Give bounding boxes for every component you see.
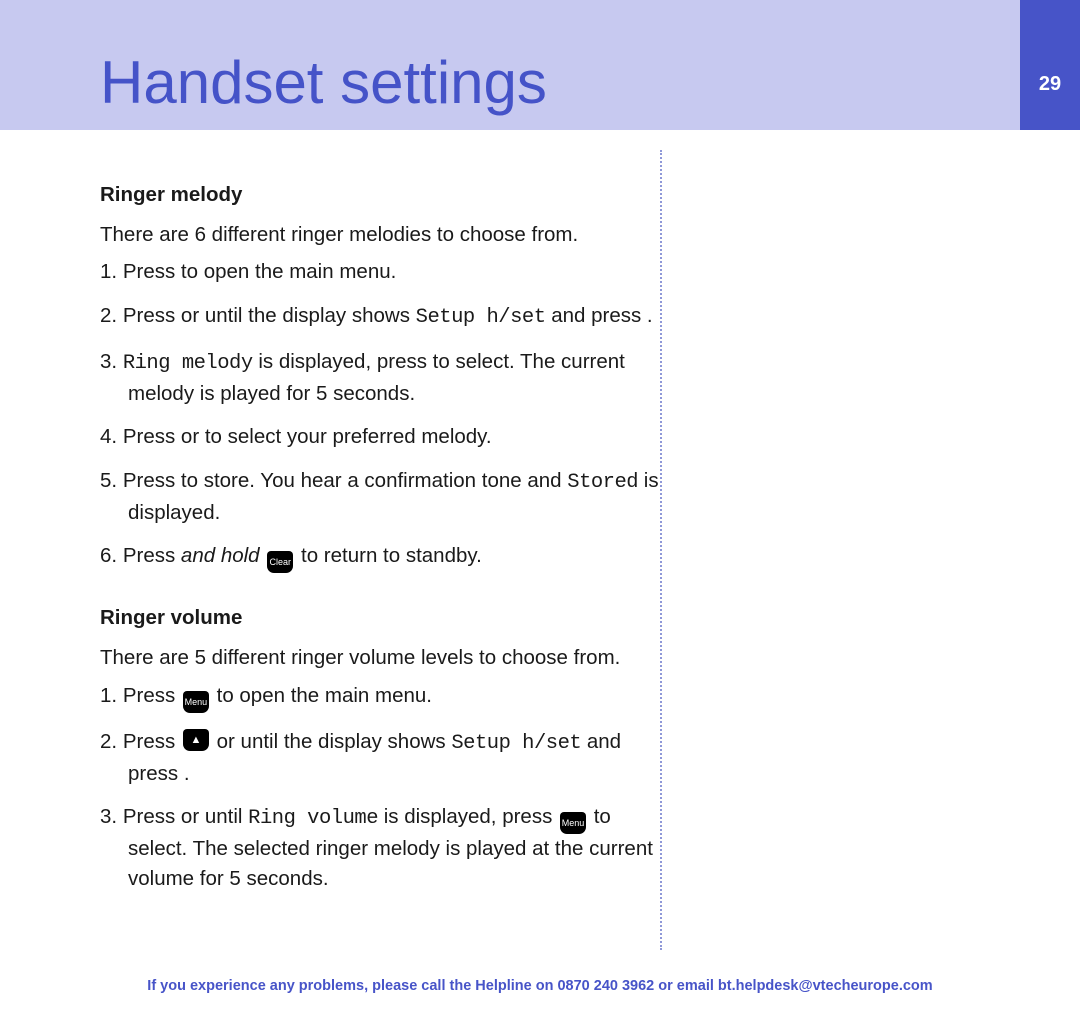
main-content: Ringer melody There are 6 different ring… (100, 150, 660, 908)
emphasis-text: and hold (181, 544, 260, 567)
ringer-volume-intro: There are 5 different ringer volume leve… (100, 643, 660, 673)
ringer-melody-intro: There are 6 different ringer melodies to… (100, 220, 660, 250)
page-number-band: 29 (1020, 0, 1080, 130)
lcd-text: Setup h/set (416, 306, 546, 329)
ringer-melody-steps: Press to open the main menu. Press or un… (100, 257, 660, 573)
list-item: Press or until the display shows Setup h… (100, 727, 660, 788)
page-number: 29 (1039, 73, 1061, 96)
lcd-text: Ring volume (248, 807, 378, 830)
lcd-text: Stored (567, 471, 638, 494)
menu-key-icon: Menu (183, 691, 209, 713)
lcd-text: Setup h/set (451, 732, 581, 755)
ringer-melody-heading: Ringer melody (100, 180, 660, 210)
column-separator (660, 150, 662, 950)
ringer-volume-heading: Ringer volume (100, 603, 660, 633)
list-item: Press or until the display shows Setup h… (100, 301, 660, 333)
list-item: Press or until Ring volume is displayed,… (100, 802, 660, 893)
page-title: Handset settings (100, 48, 547, 117)
list-item: Press and hold Clear to return to standb… (100, 541, 660, 573)
list-item: Press to open the main menu. (100, 257, 660, 287)
lcd-text: Ring melody (123, 352, 253, 375)
ringer-volume-steps: Press Menu to open the main menu. Press … (100, 681, 660, 894)
list-item: Press or to select your preferred melody… (100, 422, 660, 452)
header-bar: Handset settings (0, 0, 1080, 130)
list-item: Press Menu to open the main menu. (100, 681, 660, 713)
list-item: Press to store. You hear a confirmation … (100, 466, 660, 527)
clear-key-icon: Clear (267, 551, 293, 573)
up-arrow-key-icon (183, 729, 209, 751)
helpline-phone: 0870 240 3962 (557, 978, 654, 994)
list-item: Ring melody is displayed, press to selec… (100, 347, 660, 408)
menu-key-icon: Menu (560, 812, 586, 834)
helpline-footer: If you experience any problems, please c… (0, 978, 1080, 994)
helpline-email: bt.helpdesk@vtecheurope.com (718, 978, 933, 994)
